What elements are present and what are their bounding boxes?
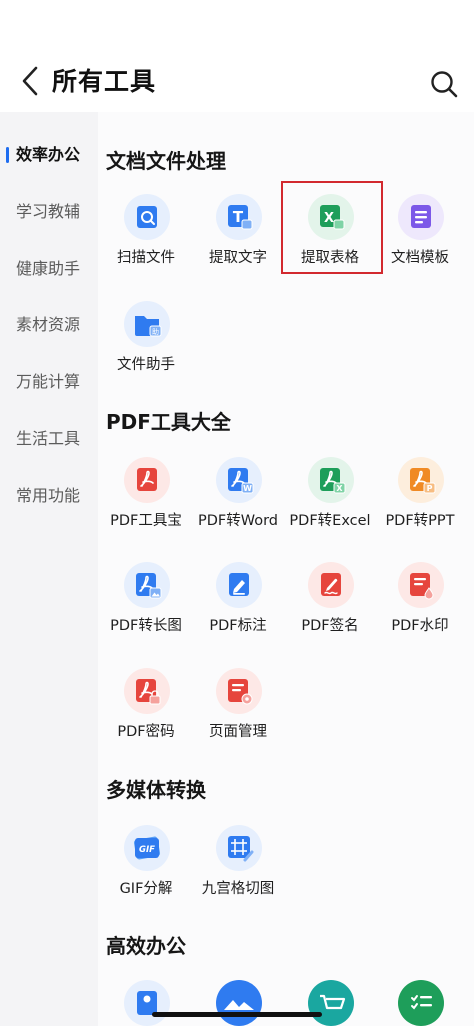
page-title: 所有工具 — [52, 67, 157, 96]
tool-pdf-toolbox[interactable]: PDF工具宝 — [100, 457, 192, 551]
tool-file-assistant[interactable]: 助 文件助手 — [100, 301, 192, 395]
chevron-left-icon — [22, 66, 38, 96]
sidebar-item-label: 万能计算 — [16, 372, 81, 391]
mountain-icon — [216, 980, 262, 1026]
tool-label: PDF转长图 — [110, 618, 182, 634]
tool-label: PDF签名 — [301, 618, 359, 634]
id-card-icon — [137, 991, 157, 1015]
tool-grid-cut[interactable]: 九宫格切图 — [192, 825, 284, 919]
pdf-watermark-icon — [410, 573, 434, 600]
sidebar-item-life-tools[interactable]: 生活工具 — [0, 417, 98, 461]
tool-gif-split[interactable]: GIF GIF分解 — [100, 825, 192, 919]
tool-label: 扫描文件 — [117, 250, 175, 266]
tool-extract-text[interactable]: T 提取文字 — [192, 194, 284, 288]
screen: 所有工具 效率办公 学习教辅 健康助手 素材资源 万能计算 生活工具 常用功能 … — [0, 0, 474, 1026]
tool-extract-table[interactable]: X 提取表格 — [284, 194, 376, 288]
sidebar-item-efficiency-office[interactable]: 效率办公 — [0, 133, 98, 177]
tool-label: GIF分解 — [119, 881, 173, 897]
active-indicator — [6, 147, 9, 163]
svg-text:助: 助 — [152, 327, 159, 336]
home-indicator[interactable] — [152, 1012, 322, 1017]
sidebar-item-materials[interactable]: 素材资源 — [0, 303, 98, 347]
tool-scan-file[interactable]: 扫描文件 — [100, 194, 192, 288]
back-button[interactable] — [16, 64, 48, 98]
tool-pdf-watermark[interactable]: PDF水印 — [374, 562, 466, 656]
tool-label: PDF转Word — [197, 513, 279, 529]
tool-pdf-sign[interactable]: PDF签名 — [284, 562, 376, 656]
tool-label: 提取表格 — [301, 250, 359, 266]
tool-label: 页面管理 — [209, 724, 267, 740]
category-sidebar: 效率办公 学习教辅 健康助手 素材资源 万能计算 生活工具 常用功能 — [0, 112, 98, 1026]
section-title: PDF工具大全 — [106, 410, 231, 434]
header: 所有工具 — [0, 50, 474, 112]
svg-text:X: X — [324, 211, 334, 226]
svg-text:GIF: GIF — [139, 845, 155, 855]
section-title: 文档文件处理 — [106, 149, 226, 173]
sidebar-item-study[interactable]: 学习教辅 — [0, 190, 98, 234]
section-title: 高效办公 — [106, 934, 186, 958]
tool-pdf-to-word[interactable]: W PDF转Word — [192, 457, 284, 551]
tools-panel: 文档文件处理 扫描文件 T 提取文字 X 提取表格 文档模板 助 文件助手 PD… — [98, 112, 474, 1026]
sidebar-item-label: 效率办公 — [16, 145, 81, 164]
sidebar-item-calculator[interactable]: 万能计算 — [0, 360, 98, 404]
checklist-icon — [398, 980, 444, 1026]
tool-pdf-annotate[interactable]: PDF标注 — [192, 562, 284, 656]
tool-pdf-to-ppt[interactable]: P PDF转PPT — [374, 457, 466, 551]
tool-cart[interactable] — [284, 980, 376, 1026]
svg-text:P: P — [427, 484, 433, 493]
sidebar-item-label: 生活工具 — [16, 429, 81, 448]
sidebar-item-label: 学习教辅 — [16, 202, 81, 221]
folder-icon: 助 — [135, 316, 162, 337]
tool-mountain[interactable] — [192, 980, 284, 1026]
page-manage-icon — [228, 679, 253, 705]
svg-text:W: W — [243, 484, 252, 493]
search-button[interactable] — [428, 68, 460, 100]
tool-label: 提取文字 — [209, 250, 267, 266]
sidebar-item-common[interactable]: 常用功能 — [0, 474, 98, 518]
pdf-sign-icon — [321, 573, 341, 596]
scan-icon — [137, 206, 157, 228]
tool-label: PDF密码 — [117, 724, 175, 740]
tool-pdf-password[interactable]: PDF密码 — [100, 668, 192, 762]
tool-label: PDF标注 — [209, 618, 267, 634]
sidebar-item-health[interactable]: 健康助手 — [0, 247, 98, 291]
tool-label: PDF水印 — [391, 618, 449, 634]
pdf-image-icon — [136, 573, 162, 599]
tool-label: 文件助手 — [117, 357, 175, 373]
sidebar-item-label: 素材资源 — [16, 315, 81, 334]
tool-doc-template[interactable]: 文档模板 — [374, 194, 466, 288]
tool-label: PDF转PPT — [385, 513, 455, 529]
pdf-lock-icon — [136, 679, 161, 705]
pdf-word-icon: W — [228, 468, 254, 494]
tool-page-manage[interactable]: 页面管理 — [192, 668, 284, 762]
tool-pdf-to-long-image[interactable]: PDF转长图 — [100, 562, 192, 656]
tool-checklist[interactable] — [374, 980, 466, 1026]
extract-text-icon: T — [228, 205, 253, 230]
tool-label: 文档模板 — [391, 250, 449, 266]
search-icon — [431, 71, 458, 98]
tool-pdf-to-excel[interactable]: X PDF转Excel — [284, 457, 376, 551]
gif-icon: GIF — [133, 836, 161, 860]
tool-id-card[interactable] — [100, 980, 192, 1026]
section-title: 多媒体转换 — [106, 778, 206, 802]
template-icon — [411, 205, 431, 228]
grid-cut-icon — [228, 836, 254, 862]
excel-icon: X — [320, 205, 345, 230]
sidebar-item-label: 常用功能 — [16, 486, 81, 505]
sidebar-item-label: 健康助手 — [16, 259, 81, 278]
svg-text:X: X — [336, 484, 343, 493]
pdf-annotate-icon — [229, 573, 249, 596]
pdf-icon — [137, 468, 157, 491]
tool-label: 九宫格切图 — [201, 881, 275, 897]
pdf-ppt-icon: P — [410, 468, 436, 494]
tool-label: PDF工具宝 — [110, 513, 182, 529]
tool-label: PDF转Excel — [289, 513, 371, 529]
pdf-excel-icon: X — [320, 468, 346, 494]
cart-icon — [308, 980, 354, 1026]
